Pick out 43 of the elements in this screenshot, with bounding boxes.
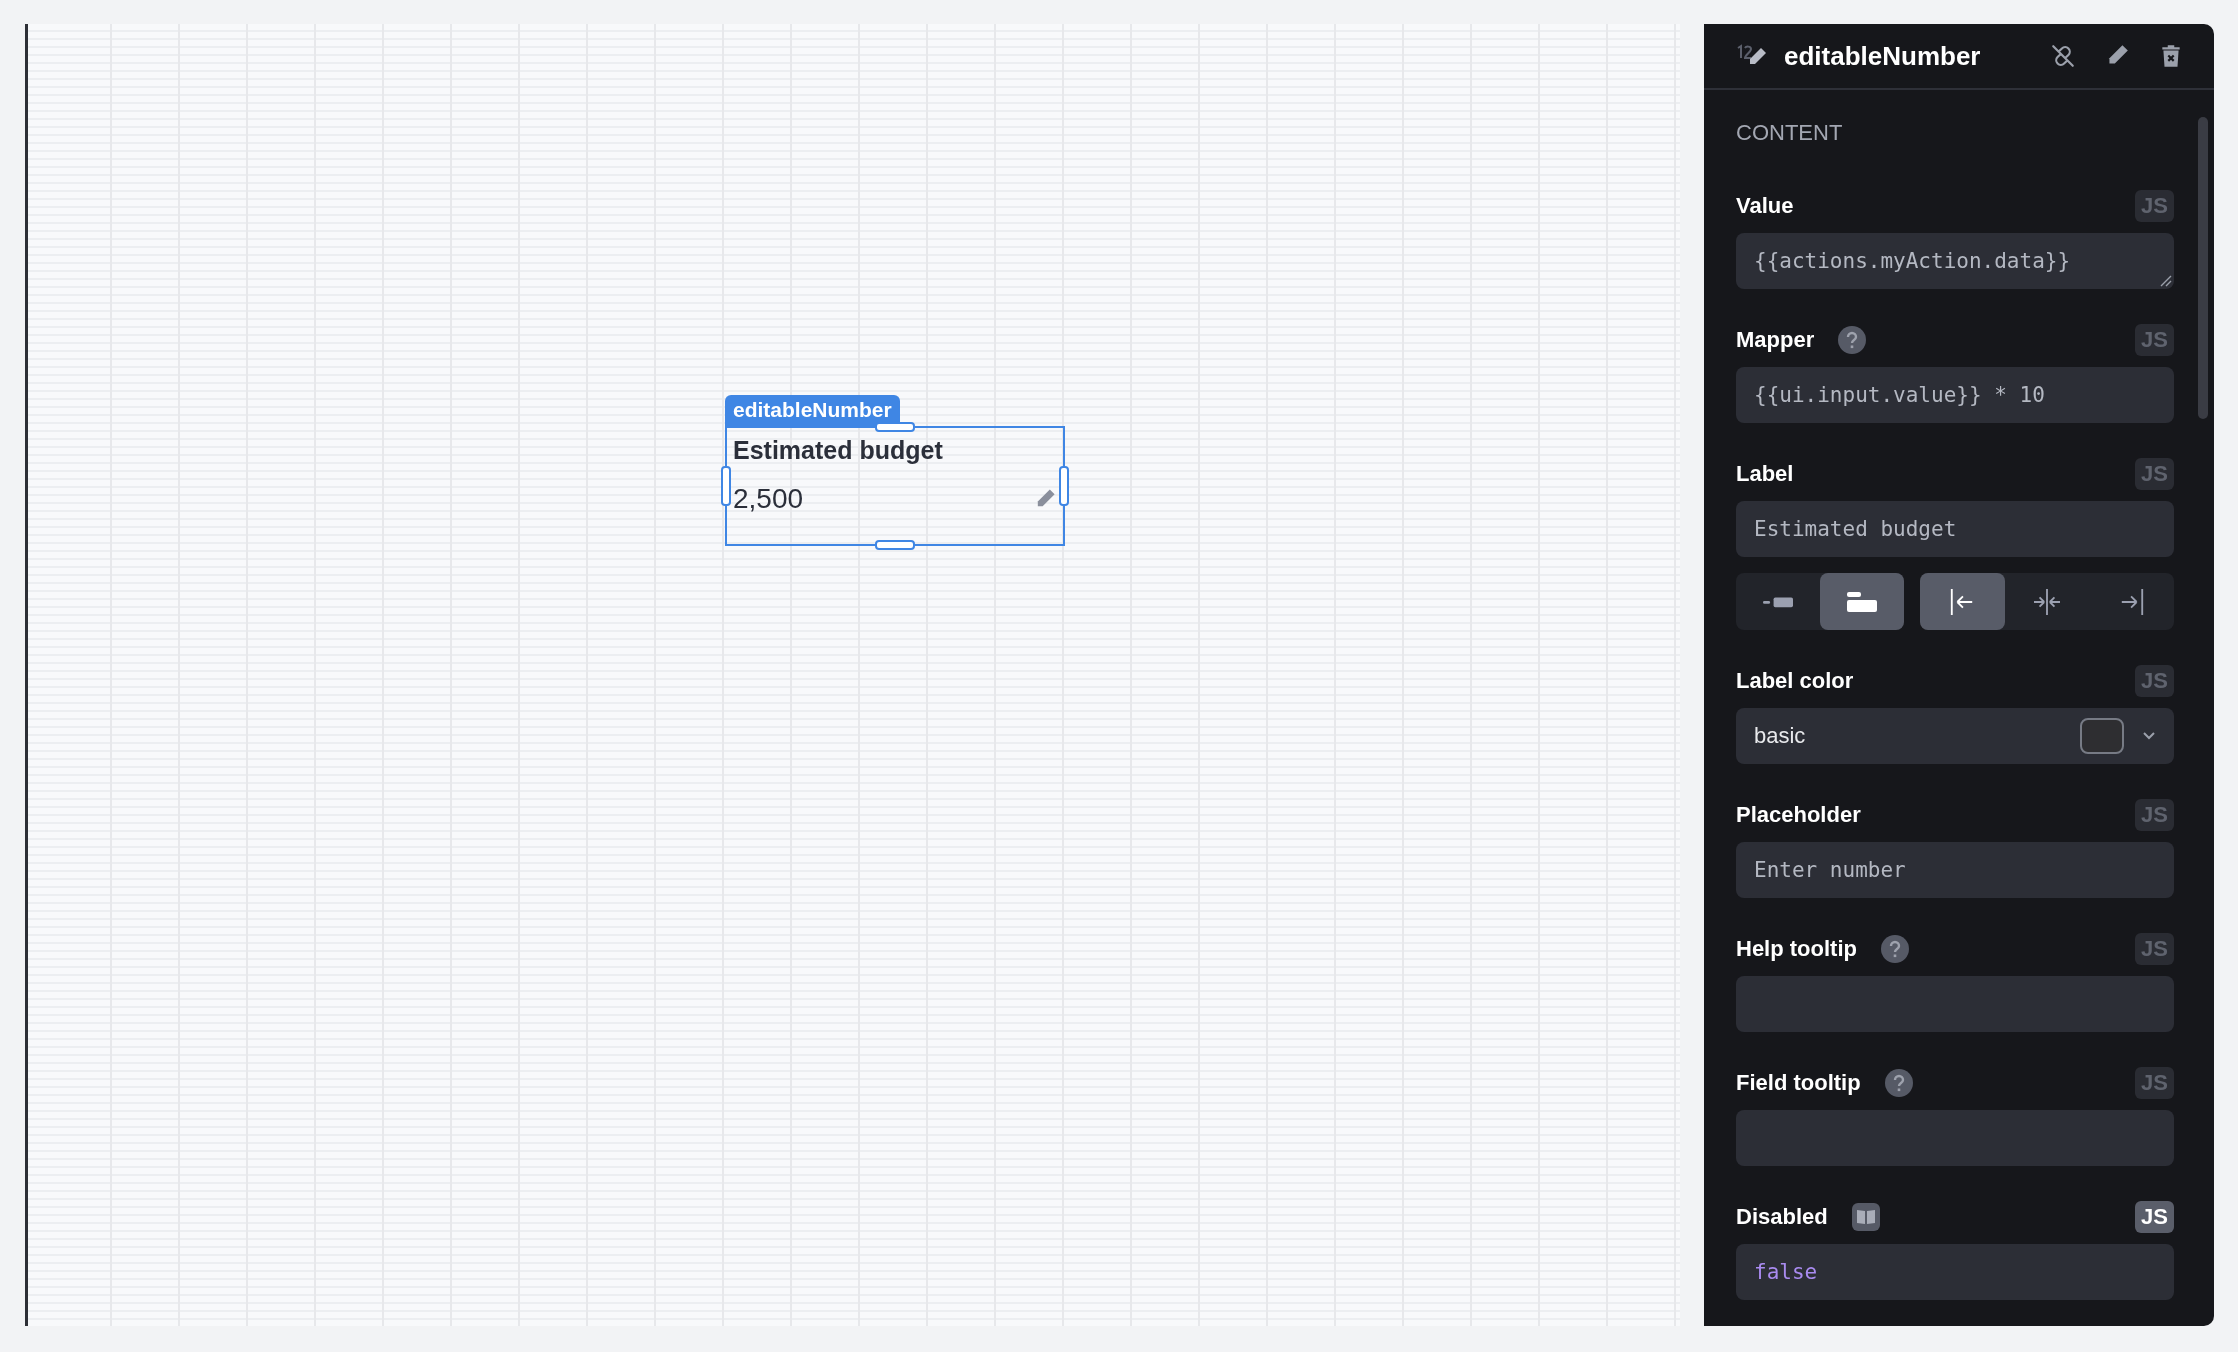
resize-handle[interactable] [721, 466, 731, 506]
field-value: Estimated budget [1754, 517, 1957, 541]
align-center-icon [2032, 588, 2062, 615]
resize-handle[interactable] [875, 422, 915, 432]
field-label: Mapper [1736, 327, 1815, 353]
input-field[interactable] [1736, 1110, 2174, 1166]
color-select[interactable]: basic [1736, 708, 2174, 764]
scrollbar[interactable] [2198, 117, 2208, 419]
field-label: Help tooltip [1736, 936, 1857, 962]
field-label: Field tooltip [1736, 1070, 1861, 1096]
field-value: Enter number [1754, 858, 1906, 882]
field-label: Value [1736, 193, 1794, 219]
field-value: {{actions.myAction.data}} [1754, 249, 2071, 273]
resize-handle[interactable] [875, 540, 915, 550]
book-icon[interactable] [1851, 1203, 1880, 1231]
chevron-down-icon [2142, 731, 2156, 741]
help-icon[interactable] [1884, 1069, 1913, 1097]
widget-value: 2,500 [733, 483, 805, 515]
segment-button[interactable] [1920, 573, 2005, 630]
section-heading: CONTENT [1736, 119, 1844, 147]
unlink-icon[interactable] [2050, 43, 2076, 69]
resize-grip-icon[interactable] [2160, 275, 2172, 287]
help-icon[interactable] [1881, 935, 1909, 963]
color-swatch[interactable] [2080, 718, 2124, 754]
widget-label: Estimated budget [733, 436, 944, 465]
field-value: {{ui.input.value}} * 10 [1754, 383, 2045, 407]
resize-handle[interactable] [1059, 466, 1069, 506]
js-toggle[interactable]: JS [2135, 1201, 2174, 1233]
field-label: Placeholder [1736, 802, 1861, 828]
field-value: false [1754, 1260, 1818, 1284]
input-field[interactable]: {{actions.myAction.data}} [1736, 233, 2174, 289]
help-icon[interactable] [1838, 326, 1867, 354]
input-field[interactable]: Enter number [1736, 842, 2174, 898]
field-label: Disabled [1736, 1204, 1828, 1230]
component-name-tag: editableNumber [725, 395, 900, 426]
input-field[interactable]: {{ui.input.value}} * 10 [1736, 367, 2174, 423]
input-field[interactable] [1736, 976, 2174, 1032]
segment-button[interactable] [1820, 573, 1904, 630]
input-field[interactable]: Estimated budget [1736, 501, 2174, 557]
field-label: Label [1736, 461, 1794, 487]
field-label: Label color [1736, 668, 1854, 694]
panel-title: editableNumber [1784, 40, 1981, 72]
code-field[interactable]: false [1736, 1244, 2174, 1300]
